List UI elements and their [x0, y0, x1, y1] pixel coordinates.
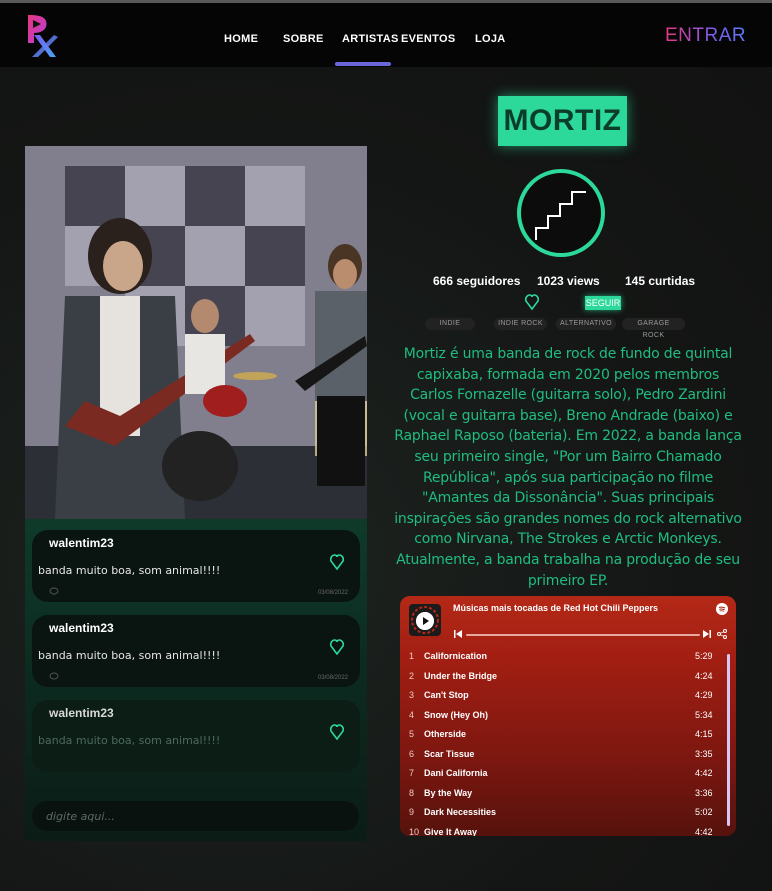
heart-icon[interactable]: [330, 639, 344, 655]
heart-icon[interactable]: [525, 294, 539, 310]
comment-date: 03/08/2022: [317, 590, 348, 596]
comment-input[interactable]: [32, 801, 359, 831]
main-nav: HOME SOBRE ARTISTAS EVENTOS LOJA: [0, 3, 772, 67]
track-name: Dani California: [424, 768, 488, 778]
track-duration: 4:15: [695, 729, 713, 739]
comment-card: walentim23 banda muito boa, som animal!!…: [32, 615, 360, 687]
track-list: 1 Californication 5:29 2 Under the Bridge 4:…: [400, 648, 736, 836]
artist-bio: Mortiz é uma banda de rock de fundo de q…: [394, 346, 742, 589]
track-duration: 4:42: [695, 768, 713, 778]
nav-sobre[interactable]: SOBRE: [283, 33, 324, 45]
track-number: 2: [409, 670, 415, 681]
nav-loja[interactable]: LOJA: [475, 33, 506, 45]
track-name: Dark Necessities: [424, 807, 497, 817]
share-icon[interactable]: [717, 629, 727, 639]
track-row[interactable]: 5 Otherside 4:15: [400, 729, 720, 748]
band-name-badge: MORTIZ: [498, 96, 627, 146]
track-number: 3: [409, 690, 415, 700]
track-number: 9: [409, 807, 415, 817]
followers-count: 666 seguidores: [433, 274, 521, 288]
track-row[interactable]: 6 Scar Tissue 3:35: [400, 749, 720, 768]
track-duration: 4:42: [695, 826, 713, 837]
spotify-player: Músicas mais tocadas de Red Hot Chili Pe…: [400, 596, 736, 836]
track-number: 7: [409, 768, 415, 778]
reply-icon[interactable]: [49, 672, 59, 680]
heart-icon[interactable]: [330, 554, 344, 570]
login-button[interactable]: ENTRAR: [665, 25, 746, 47]
band-photo: [25, 146, 367, 519]
track-number: 8: [409, 787, 415, 798]
comment-text: banda muito boa, som animal!!!!: [38, 649, 221, 662]
track-name: Otherside: [424, 729, 467, 739]
views-count: 1023 views: [537, 274, 600, 288]
spotify-header: Músicas mais tocadas de Red Hot Chili Pe…: [400, 596, 736, 648]
track-name: Give It Away: [424, 826, 478, 837]
genre-tag[interactable]: GARAGE ROCK: [622, 318, 685, 339]
likes-count: 145 curtidas: [625, 274, 696, 288]
track-name: Snow (Hey Oh): [424, 709, 489, 720]
track-duration: 4:24: [695, 670, 713, 681]
track-list-scrollbar[interactable]: [727, 654, 730, 826]
play-icon[interactable]: [416, 612, 434, 630]
track-number: 4: [409, 709, 415, 720]
previous-icon[interactable]: [454, 630, 462, 638]
genre-tag[interactable]: INDIE: [425, 318, 475, 330]
reply-icon[interactable]: [49, 587, 59, 595]
track-duration: 5:34: [695, 709, 713, 720]
site-header: HOME SOBRE ARTISTAS EVENTOS LOJA ENTRAR: [0, 3, 772, 67]
track-number: 10: [409, 826, 420, 837]
track-row[interactable]: 8 By the Way 3:36: [400, 788, 720, 807]
follow-button[interactable]: SEGUIR: [585, 296, 621, 310]
track-name: Can't Stop: [424, 690, 469, 700]
comment-card: walentim23 banda muito boa, som animal!!…: [32, 530, 360, 602]
comment-text: banda muito boa, som animal!!!!: [38, 564, 221, 577]
track-name: Californication: [424, 651, 488, 661]
nav-active-indicator: [335, 62, 391, 66]
track-row[interactable]: 4 Snow (Hey Oh) 5:34: [400, 710, 720, 729]
spotify-icon[interactable]: [716, 603, 728, 615]
comment-card: walentim23 banda muito boa, som animal!!…: [32, 700, 360, 772]
comment-username: walentim23: [49, 536, 114, 550]
band-photo-illustration: [25, 146, 367, 519]
track-duration: 5:29: [695, 651, 713, 661]
track-duration: 5:02: [695, 807, 713, 817]
track-row[interactable]: 9 Dark Necessities 5:02: [400, 807, 720, 826]
nav-artistas[interactable]: ARTISTAS: [342, 33, 399, 45]
track-row[interactable]: 2 Under the Bridge 4:24: [400, 671, 720, 690]
heart-icon[interactable]: [330, 724, 344, 740]
track-row[interactable]: 1 Californication 5:29: [400, 651, 720, 670]
band-logo: [517, 169, 605, 257]
progress-bar[interactable]: [466, 634, 700, 636]
track-number: 6: [409, 748, 415, 759]
track-name: Under the Bridge: [424, 670, 498, 681]
comment-date: 03/08/2022: [317, 675, 348, 681]
track-duration: 3:35: [695, 748, 713, 759]
comment-username: walentim23: [49, 621, 114, 635]
nav-home[interactable]: HOME: [224, 33, 258, 45]
genre-tag[interactable]: ALTERNATIVO: [556, 318, 616, 330]
next-icon[interactable]: [703, 630, 711, 638]
band-name: MORTIZ: [503, 104, 622, 137]
track-number: 5: [409, 729, 415, 739]
comment-text: banda muito boa, som animal!!!!: [38, 734, 221, 747]
genre-tag[interactable]: INDIE ROCK: [494, 318, 547, 330]
track-number: 1: [409, 651, 415, 661]
track-row[interactable]: 10 Give It Away 4:42: [400, 827, 720, 837]
track-name: By the Way: [424, 787, 473, 798]
track-duration: 3:36: [695, 787, 713, 798]
playlist-title: Músicas mais tocadas de Red Hot Chili Pe…: [453, 603, 659, 613]
track-row[interactable]: 3 Can't Stop 4:29: [400, 690, 720, 709]
track-name: Scar Tissue: [424, 748, 475, 759]
track-duration: 4:29: [695, 690, 713, 700]
track-row[interactable]: 7 Dani California 4:42: [400, 768, 720, 787]
nav-eventos[interactable]: EVENTOS: [401, 33, 455, 45]
comment-username: walentim23: [49, 706, 114, 720]
